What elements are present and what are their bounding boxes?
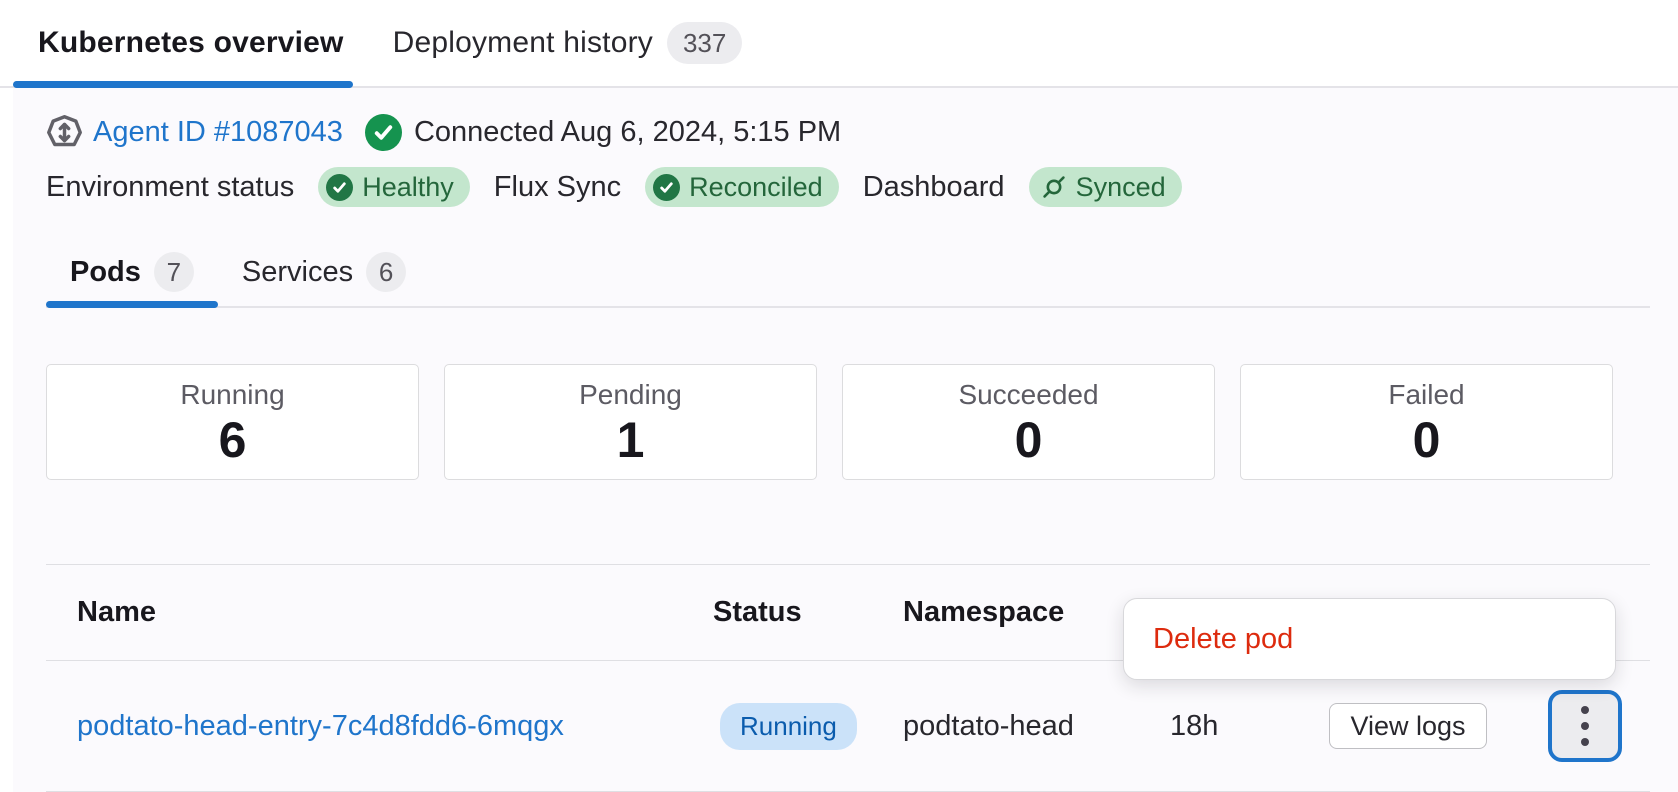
services-count-badge: 6 <box>366 252 407 292</box>
top-tab-bar: Kubernetes overview Deployment history 3… <box>0 0 1678 88</box>
pod-age-value: 18h <box>1170 709 1219 742</box>
column-header-name: Name <box>77 596 156 628</box>
stat-card-running: Running 6 <box>46 364 419 480</box>
vertical-ellipsis-icon <box>1581 706 1589 714</box>
environment-status-label: Environment status <box>46 170 295 203</box>
deployment-history-count-badge: 337 <box>666 22 743 64</box>
agent-id-link[interactable]: Agent ID #1087043 <box>93 116 343 149</box>
environment-healthy-badge: Healthy <box>318 167 470 207</box>
active-tab-indicator <box>13 81 353 88</box>
stat-card-pending: Pending 1 <box>444 364 817 480</box>
stat-card-value: 6 <box>218 412 247 468</box>
environment-status-row: Environment status Healthy Flux Sync Rec… <box>46 166 1663 208</box>
stat-card-value: 0 <box>1412 412 1441 468</box>
reconciled-badge-label: Reconciled <box>689 171 823 202</box>
stat-card-value: 0 <box>1014 412 1043 468</box>
stat-card-label: Running <box>180 379 285 410</box>
flux-sync-label: Flux Sync <box>493 170 622 203</box>
column-header-status: Status <box>713 596 802 628</box>
connected-timestamp: Connected Aug 6, 2024, 5:15 PM <box>413 115 842 148</box>
stat-card-succeeded: Succeeded 0 <box>842 364 1215 480</box>
kubernetes-agent-icon <box>47 114 82 146</box>
pod-status-cards: Running 6 Pending 1 Succeeded 0 Failed 0 <box>46 364 1614 480</box>
view-logs-button[interactable]: View logs <box>1329 703 1487 749</box>
pod-status-cell: Running <box>713 702 903 750</box>
row-actions-dropdown: Delete pod <box>1123 598 1616 680</box>
pod-age-cell: 18h <box>1170 710 1329 743</box>
dashboard-synced-badge: Synced <box>1028 167 1182 207</box>
synced-badge-label: Synced <box>1075 171 1166 202</box>
kubernetes-overview-panel: Agent ID #1087043 Connected Aug 6, 2024,… <box>13 88 1678 792</box>
vertical-ellipsis-icon <box>1581 738 1589 746</box>
stat-card-label: Pending <box>579 379 682 410</box>
pod-name-cell: podtato-head-entry-7c4d8fdd6-6mqgx <box>46 710 713 743</box>
flux-reconciled-badge: Reconciled <box>645 167 839 207</box>
stat-card-label: Succeeded <box>958 379 1099 410</box>
pod-namespace-value: podtato-head <box>903 709 1074 742</box>
tab-kubernetes-overview-label: Kubernetes overview <box>38 26 344 59</box>
table-row: podtato-head-entry-7c4d8fdd6-6mqgx Runni… <box>46 661 1650 792</box>
pod-name-link[interactable]: podtato-head-entry-7c4d8fdd6-6mqgx <box>77 710 564 742</box>
tab-pods-label: Pods <box>70 255 141 288</box>
tab-kubernetes-overview[interactable]: Kubernetes overview <box>0 0 344 86</box>
stat-card-value: 1 <box>616 412 645 468</box>
dashboard-label: Dashboard <box>862 170 1005 203</box>
stat-card-failed: Failed 0 <box>1240 364 1613 480</box>
tab-deployment-history[interactable]: Deployment history 337 <box>393 0 743 86</box>
tab-deployment-history-label: Deployment history <box>392 26 653 59</box>
agent-row: Agent ID #1087043 Connected Aug 6, 2024,… <box>46 112 1663 152</box>
connected-link-icon <box>1042 176 1065 198</box>
tab-services-label: Services <box>241 255 354 288</box>
delete-pod-menu-item[interactable]: Delete pod <box>1124 599 1615 679</box>
tab-services[interactable]: Services 6 <box>218 238 430 306</box>
vertical-ellipsis-icon <box>1581 722 1589 730</box>
pod-actions-cell: View logs <box>1329 703 1548 749</box>
pods-services-tabbar: Pods 7 Services 6 <box>46 238 1650 308</box>
active-subtab-indicator <box>46 301 218 308</box>
healthy-check-icon <box>326 173 354 201</box>
stat-card-label: Failed <box>1388 379 1465 410</box>
pods-count-badge: 7 <box>153 252 194 292</box>
pod-status-badge: Running <box>720 702 857 750</box>
healthy-badge-label: Healthy <box>362 171 454 202</box>
reconciled-check-icon <box>653 173 681 201</box>
pod-menu-cell <box>1548 690 1650 762</box>
tab-pods[interactable]: Pods 7 <box>46 238 218 308</box>
connected-check-circle-icon <box>364 113 402 151</box>
row-actions-kebab-button[interactable] <box>1548 690 1622 762</box>
pod-namespace-cell: podtato-head <box>903 710 1170 743</box>
